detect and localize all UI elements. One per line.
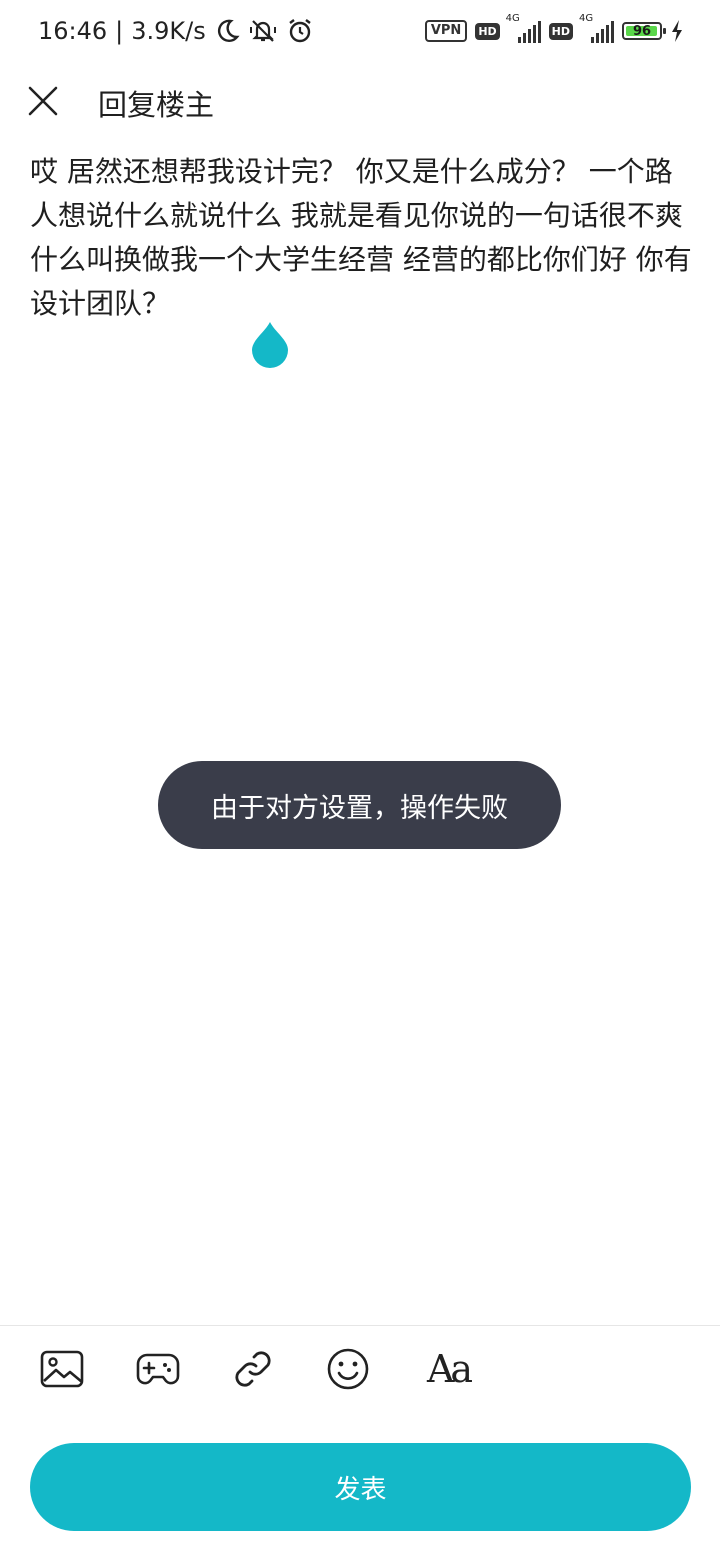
cursor-handle-icon[interactable] xyxy=(251,322,289,368)
status-bar: 16:46 | 3.9K/s VPN HD 4G HD 4G 96 xyxy=(0,0,720,62)
status-right: VPN HD 4G HD 4G 96 xyxy=(424,13,684,43)
reply-header: 回复楼主 xyxy=(0,70,720,134)
image-icon xyxy=(40,1350,84,1388)
toolbar-divider xyxy=(0,1325,720,1326)
close-button[interactable] xyxy=(26,84,60,118)
emoji-icon xyxy=(327,1348,369,1390)
image-button[interactable] xyxy=(38,1345,86,1393)
hd-badge-2: HD xyxy=(548,22,573,40)
toast-message: 由于对方设置，操作失败 xyxy=(158,761,561,849)
mute-icon xyxy=(248,18,278,44)
network-type-1: 4G xyxy=(505,13,520,24)
signal-2: 4G xyxy=(579,13,614,43)
game-button[interactable] xyxy=(134,1345,182,1393)
charging-icon xyxy=(670,19,684,43)
emoji-button[interactable] xyxy=(324,1345,372,1393)
status-separator: | xyxy=(115,17,124,45)
moon-icon xyxy=(214,18,240,44)
hd-badge-1: HD xyxy=(475,22,500,40)
font-style-button[interactable]: Aa xyxy=(420,1345,476,1393)
status-left: 16:46 | 3.9K/s xyxy=(38,17,314,45)
network-speed: 3.9K/s xyxy=(131,17,206,45)
page-title: 回复楼主 xyxy=(98,88,215,122)
link-button[interactable] xyxy=(229,1345,277,1393)
font-style-icon: Aa xyxy=(426,1347,473,1391)
battery-icon: 96 xyxy=(622,22,666,40)
gamepad-icon xyxy=(136,1353,180,1385)
alarm-icon xyxy=(286,17,314,45)
status-time: 16:46 xyxy=(38,17,108,45)
close-icon xyxy=(28,86,58,116)
publish-button[interactable]: 发表 xyxy=(30,1443,691,1531)
link-icon xyxy=(235,1351,271,1387)
reply-text-editor[interactable]: 哎 居然还想帮我设计完？ 你又是什么成分？ 一个路人想说什么就说什么 我就是看见… xyxy=(30,150,698,326)
signal-bars-icon xyxy=(591,21,614,43)
battery-level: 96 xyxy=(632,23,652,39)
signal-bars-icon xyxy=(517,21,541,43)
toast-text: 由于对方设置，操作失败 xyxy=(211,792,508,824)
vpn-badge: VPN xyxy=(424,20,468,42)
network-type-2: 4G xyxy=(579,13,594,24)
signal-1: 4G xyxy=(506,13,541,43)
